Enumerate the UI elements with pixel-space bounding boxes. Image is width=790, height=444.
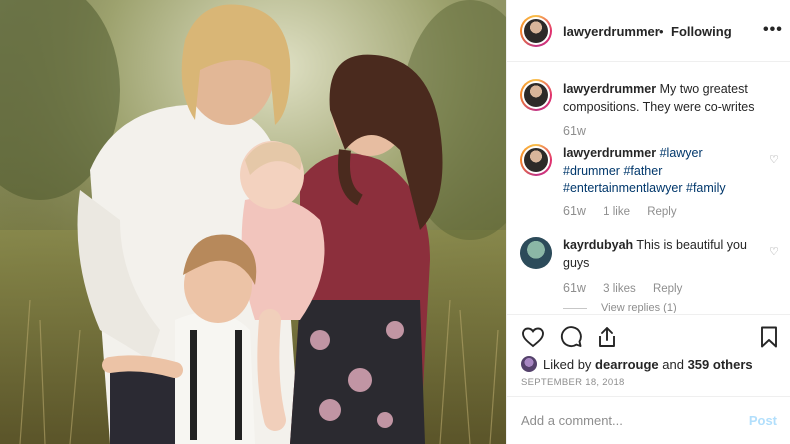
following-button[interactable]: Following bbox=[671, 24, 732, 39]
liker-avatar[interactable] bbox=[521, 356, 537, 372]
comment-text-block: kayrdubyah This is beautiful you guys bbox=[563, 237, 763, 272]
author-avatar[interactable] bbox=[520, 79, 552, 111]
likes-summary: Liked by dearrouge and 359 others bbox=[521, 356, 753, 372]
view-replies-button[interactable]: View replies (1) bbox=[563, 302, 677, 313]
comment-likes-count[interactable]: 1 like bbox=[603, 206, 630, 218]
comment-likes-count[interactable]: 3 likes bbox=[603, 283, 636, 295]
bookmark-icon[interactable] bbox=[757, 325, 781, 349]
more-options-icon[interactable]: ••• bbox=[763, 22, 783, 38]
comment-age[interactable]: 61w bbox=[563, 204, 586, 218]
commenter-avatar[interactable] bbox=[520, 237, 552, 269]
author-avatar[interactable] bbox=[520, 15, 552, 47]
family-photo-illustration bbox=[0, 0, 506, 444]
comment-username[interactable]: lawyerdrummer bbox=[563, 146, 656, 160]
comment-meta: 61w 3 likes Reply bbox=[563, 281, 696, 295]
add-comment-bar: Add a comment... Post bbox=[507, 396, 790, 444]
view-replies-line bbox=[563, 307, 587, 309]
post-date[interactable]: SEPTEMBER 18, 2018 bbox=[521, 377, 625, 388]
add-comment-input[interactable]: Add a comment... bbox=[521, 413, 623, 428]
hashtag-link[interactable]: #lawyer bbox=[660, 146, 703, 160]
post-side-panel: lawyerdrummer • Following ••• lawyerdrum… bbox=[506, 0, 790, 444]
hashtag-link[interactable]: #family bbox=[686, 181, 726, 195]
comment-username[interactable]: kayrdubyah bbox=[563, 238, 633, 252]
share-icon[interactable] bbox=[595, 325, 619, 349]
hashtag-link[interactable]: #drummer bbox=[563, 164, 620, 178]
author-avatar[interactable] bbox=[520, 144, 552, 176]
reply-button[interactable]: Reply bbox=[647, 206, 676, 218]
hashtag-link[interactable]: #entertainmentlawyer bbox=[563, 181, 683, 195]
caption-meta: 61w bbox=[563, 124, 600, 138]
hashtag-link[interactable]: #father bbox=[623, 164, 662, 178]
comment-meta: 61w 1 like Reply bbox=[563, 204, 691, 218]
comment-username[interactable]: lawyerdrummer bbox=[563, 82, 656, 96]
author-username[interactable]: lawyerdrummer bbox=[563, 24, 660, 39]
instagram-post: lawyerdrummer • Following ••• lawyerdrum… bbox=[0, 0, 790, 444]
reply-button[interactable]: Reply bbox=[653, 283, 682, 295]
comment-like-heart-icon[interactable]: ♡ bbox=[769, 153, 781, 166]
comment-age[interactable]: 61w bbox=[563, 124, 586, 138]
post-actions: Liked by dearrouge and 359 others SEPTEM… bbox=[507, 314, 790, 396]
heart-icon[interactable] bbox=[521, 325, 545, 349]
view-replies-label: View replies (1) bbox=[601, 302, 677, 313]
post-comment-button[interactable]: Post bbox=[749, 413, 777, 428]
comment-age[interactable]: 61w bbox=[563, 281, 586, 295]
comments-list: lawyerdrummer My two greatest compositio… bbox=[507, 63, 790, 313]
liker-username[interactable]: dearrouge bbox=[595, 357, 659, 372]
header-separator: • bbox=[659, 24, 664, 39]
comment-like-heart-icon[interactable]: ♡ bbox=[769, 245, 781, 258]
liked-by-prefix: Liked by bbox=[543, 356, 592, 372]
caption-text-block: lawyerdrummer My two greatest compositio… bbox=[563, 81, 763, 116]
comment-text-block: lawyerdrummer #lawyer #drummer #father #… bbox=[563, 145, 763, 198]
comment-icon[interactable] bbox=[559, 325, 583, 349]
post-photo[interactable] bbox=[0, 0, 506, 444]
liked-by-joiner: and bbox=[662, 356, 684, 372]
post-header: lawyerdrummer • Following ••• bbox=[507, 0, 790, 62]
likes-others-count[interactable]: 359 others bbox=[688, 357, 753, 372]
